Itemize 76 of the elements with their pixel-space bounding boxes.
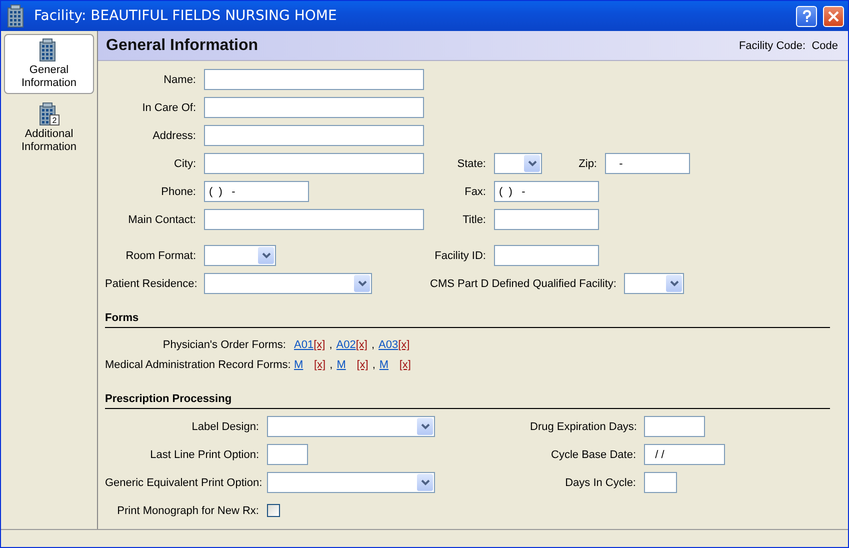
field-label: CMS Part D Defined Qualified Facility: bbox=[430, 278, 616, 290]
form-link[interactable]: A03 bbox=[378, 339, 398, 351]
chevron-down-icon bbox=[262, 252, 270, 259]
text-field[interactable] bbox=[204, 125, 424, 146]
field-label: Fax: bbox=[464, 186, 486, 198]
remove-link[interactable]: [x] bbox=[314, 339, 326, 351]
field-label: Last Line Print Option: bbox=[149, 448, 259, 460]
form-link[interactable]: M bbox=[336, 359, 357, 371]
field-label: Patient Residence: bbox=[105, 278, 196, 290]
chevron-down-icon bbox=[358, 280, 366, 287]
section-title: General Information bbox=[106, 36, 258, 54]
field-label: Physician's Order Forms: bbox=[162, 339, 286, 351]
field-label: Name: bbox=[162, 74, 196, 86]
field-label: Zip: bbox=[578, 158, 597, 170]
field-label: Phone: bbox=[160, 186, 196, 198]
help-button[interactable] bbox=[796, 6, 817, 26]
field-label: Cycle Base Date: bbox=[550, 448, 636, 460]
remove-link[interactable]: [x] bbox=[399, 359, 411, 371]
text-field[interactable] bbox=[494, 209, 599, 230]
chevron-down-icon bbox=[420, 479, 430, 486]
text-field[interactable] bbox=[204, 97, 424, 118]
section-heading: Forms bbox=[105, 312, 139, 324]
dropdown[interactable] bbox=[204, 273, 372, 294]
form-link[interactable]: M bbox=[379, 359, 400, 371]
text-field[interactable] bbox=[204, 209, 424, 230]
text-field[interactable] bbox=[494, 245, 599, 266]
separator-text: , bbox=[371, 339, 375, 351]
facility-code: Facility Code: Code bbox=[738, 40, 838, 52]
form-link[interactable]: A02 bbox=[336, 339, 356, 351]
field-label: Facility ID: bbox=[434, 250, 486, 262]
field-label: Generic Equivalent Print Option: bbox=[105, 476, 259, 488]
form-link[interactable]: A01 bbox=[294, 339, 314, 351]
text-field[interactable] bbox=[644, 416, 705, 437]
text-field[interactable] bbox=[644, 472, 677, 493]
separator-text: , bbox=[372, 359, 376, 371]
dropdown[interactable] bbox=[267, 416, 435, 437]
separator-text: , bbox=[330, 359, 333, 371]
field-label: Room Format: bbox=[124, 250, 196, 262]
close-button[interactable] bbox=[823, 6, 844, 26]
field-label: Print Monograph for New Rx: bbox=[116, 504, 259, 516]
remove-link[interactable]: [x] bbox=[398, 339, 410, 351]
dropdown[interactable] bbox=[204, 245, 276, 266]
text-field[interactable]: ( ) - bbox=[204, 181, 309, 202]
dropdown[interactable] bbox=[624, 273, 684, 294]
sidebar-item[interactable]: 2 Additional Information bbox=[4, 98, 94, 158]
remove-link[interactable]: [x] bbox=[314, 359, 326, 371]
field-label: Address: bbox=[152, 130, 196, 142]
section-heading: Prescription Processing bbox=[105, 393, 232, 405]
field-label: Days In Cycle: bbox=[564, 476, 636, 488]
checkbox[interactable] bbox=[267, 504, 280, 517]
field-label: Main Contact: bbox=[127, 214, 196, 226]
chevron-down-icon bbox=[670, 280, 679, 287]
help-icon bbox=[802, 10, 812, 22]
field-label: Drug Expiration Days: bbox=[530, 420, 636, 432]
remove-link[interactable]: [x] bbox=[356, 339, 368, 351]
form-link[interactable]: M bbox=[294, 359, 314, 371]
field-label: State: bbox=[456, 158, 486, 170]
chevron-down-icon bbox=[528, 160, 536, 167]
field-label: Title: bbox=[462, 214, 486, 226]
field-label: City: bbox=[173, 158, 196, 170]
window-title: Facility: BEAUTIFUL FIELDS NURSING HOME bbox=[34, 8, 338, 24]
text-field[interactable] bbox=[204, 153, 424, 174]
text-field[interactable] bbox=[267, 444, 308, 465]
remove-link[interactable]: [x] bbox=[356, 359, 368, 371]
dropdown[interactable] bbox=[267, 472, 435, 493]
separator-text: , bbox=[329, 339, 332, 351]
field-label: In Care Of: bbox=[141, 102, 196, 114]
text-field[interactable]: / / bbox=[644, 444, 725, 465]
sidebar-item[interactable]: General Information bbox=[4, 34, 94, 94]
text-field[interactable]: - bbox=[605, 153, 690, 174]
chevron-down-icon bbox=[420, 423, 430, 430]
field-label: Label Design: bbox=[190, 420, 259, 432]
dropdown[interactable] bbox=[494, 153, 542, 174]
close-icon bbox=[828, 10, 839, 22]
text-field[interactable] bbox=[204, 69, 424, 90]
text-field[interactable]: ( ) - bbox=[494, 181, 599, 202]
